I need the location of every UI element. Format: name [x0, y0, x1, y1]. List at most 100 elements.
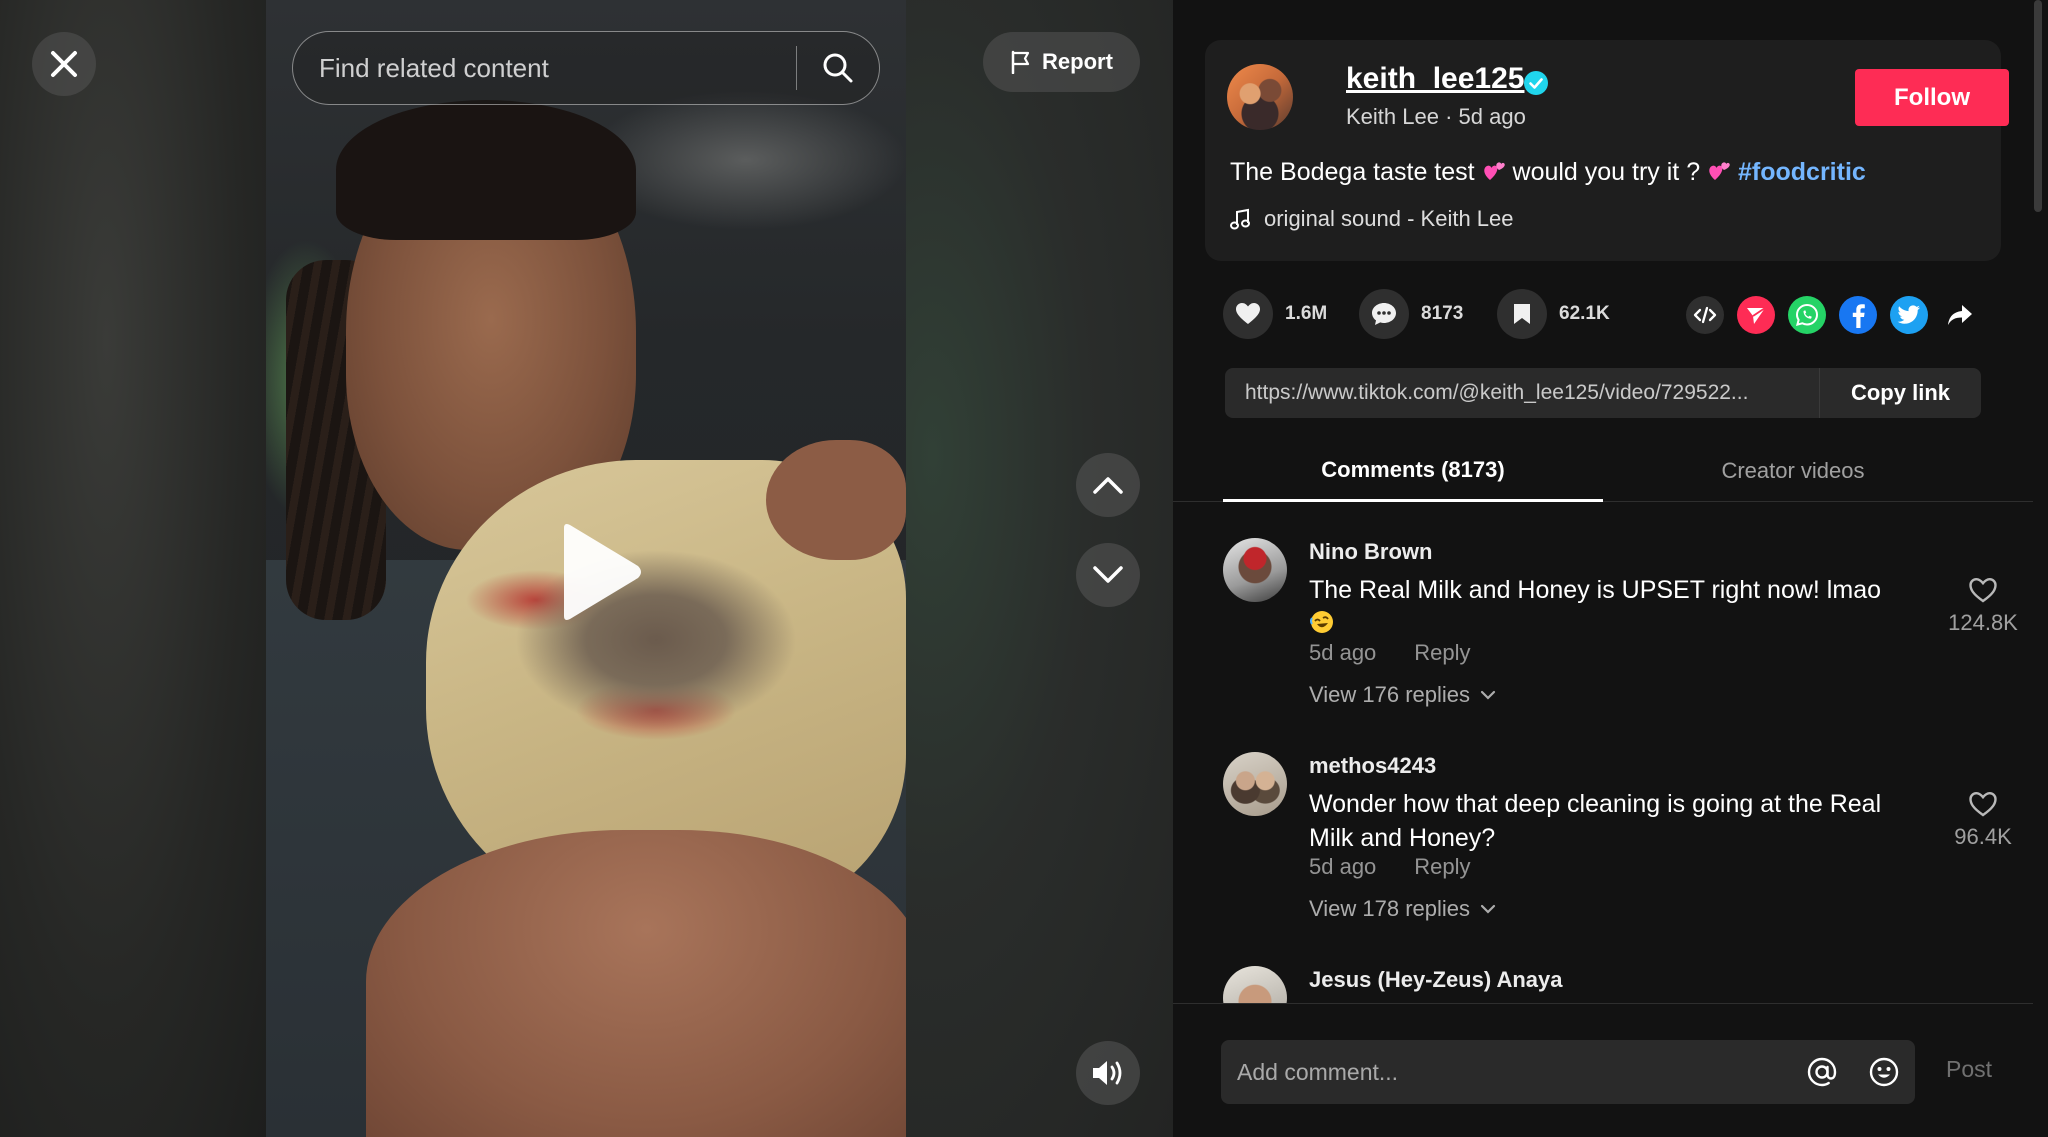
side-panel: keith_lee125 Keith Lee · 5d ago Follow T…	[1173, 0, 2048, 1137]
comment-icon	[1372, 303, 1396, 325]
tab-comments[interactable]: Comments (8173)	[1223, 440, 1603, 502]
comment-username[interactable]: Nino Brown	[1309, 539, 1432, 565]
comment-time: 5d ago	[1309, 854, 1377, 879]
comment-like: 124.8K	[1933, 577, 2033, 636]
author-display-name: Keith Lee	[1346, 104, 1439, 129]
author-subline: Keith Lee · 5d ago	[1346, 104, 1526, 130]
comment-text: The Real Milk and Honey is UPSET right n…	[1309, 573, 1909, 644]
close-icon	[51, 51, 77, 77]
twitter-icon	[1897, 305, 1920, 324]
comment-item: Jesus (Hey-Zeus) Anaya	[1223, 931, 2023, 1003]
comment-username[interactable]: Jesus (Hey-Zeus) Anaya	[1309, 967, 1563, 993]
heart-icon	[1236, 303, 1260, 324]
comment-like-count: 124.8K	[1948, 610, 2018, 635]
facebook-share-button[interactable]	[1839, 296, 1877, 334]
comment-avatar[interactable]	[1223, 752, 1287, 816]
search-button[interactable]	[797, 32, 879, 104]
reply-button[interactable]: Reply	[1414, 854, 1470, 880]
whatsapp-share-button[interactable]	[1788, 296, 1826, 334]
volume-icon	[1093, 1061, 1122, 1085]
like-circle	[1223, 289, 1273, 339]
embed-button[interactable]	[1686, 296, 1724, 334]
sound-label: original sound - Keith Lee	[1264, 206, 1514, 231]
comment-time: 5d ago	[1309, 640, 1377, 665]
share-arrow-icon	[1948, 305, 1972, 325]
view-replies-button[interactable]: View 176 replies	[1309, 682, 1496, 708]
bookmark-icon	[1514, 304, 1530, 324]
heart-outline-icon[interactable]	[1968, 577, 1998, 604]
reply-button[interactable]: Reply	[1414, 640, 1470, 666]
next-video-button[interactable]	[1076, 543, 1140, 607]
rofl-emoji-icon	[1309, 609, 1909, 644]
search-box	[292, 31, 880, 105]
embed-icon	[1693, 306, 1717, 324]
author-username[interactable]: keith_lee125	[1346, 62, 1524, 96]
share-link-box: https://www.tiktok.com/@keith_lee125/vid…	[1225, 368, 1981, 418]
chevron-down-icon	[1480, 904, 1496, 914]
comment-composer: Post	[1173, 1003, 2033, 1137]
whatsapp-icon	[1795, 303, 1819, 327]
comment-like-count: 96.4K	[1954, 824, 2012, 849]
video-scene-hair	[336, 100, 636, 240]
comment-item: methos4243 Wonder how that deep cleaning…	[1223, 717, 2023, 931]
close-button[interactable]	[32, 32, 96, 96]
view-replies-label: View 178 replies	[1309, 896, 1471, 921]
flag-icon	[1011, 50, 1030, 74]
two-hearts-emoji-icon	[1483, 162, 1505, 180]
view-replies-button[interactable]: View 178 replies	[1309, 896, 1496, 922]
author-avatar[interactable]	[1227, 64, 1293, 130]
twitter-share-button[interactable]	[1890, 296, 1928, 334]
share-link-text[interactable]: https://www.tiktok.com/@keith_lee125/vid…	[1225, 381, 1819, 405]
video-pane: Report	[0, 0, 1173, 1137]
comment-meta: 5d ago Reply	[1309, 640, 1471, 666]
comment-username[interactable]: methos4243	[1309, 753, 1436, 779]
save-button[interactable]: 62.1K	[1497, 288, 1610, 340]
post-info-card: keith_lee125 Keith Lee · 5d ago Follow T…	[1205, 40, 2009, 261]
chevron-down-icon	[1093, 566, 1123, 583]
comment-input[interactable]	[1221, 1057, 1791, 1087]
comment-button[interactable]: 8173	[1359, 288, 1463, 340]
comment-count: 8173	[1421, 303, 1464, 324]
post-description: The Bodega taste test would you try it ?…	[1230, 158, 1866, 187]
mention-button[interactable]	[1791, 1040, 1853, 1104]
save-circle	[1497, 289, 1547, 339]
video-blur-left	[0, 0, 266, 1137]
comment-meta: 5d ago Reply	[1309, 854, 1471, 880]
follow-button[interactable]: Follow	[1855, 69, 2009, 126]
post-comment-button[interactable]: Post	[1946, 1056, 1992, 1083]
video-scene-hand-top	[766, 440, 906, 560]
copy-link-button[interactable]: Copy link	[1819, 368, 1981, 418]
play-icon[interactable]	[554, 522, 644, 622]
send-icon	[1747, 307, 1766, 324]
comment-list: Nino Brown The Real Milk and Honey is UP…	[1173, 503, 2033, 1003]
search-icon	[823, 53, 853, 83]
comment-text: Wonder how that deep cleaning is going a…	[1309, 790, 1882, 852]
emoji-button[interactable]	[1853, 1040, 1915, 1104]
comment-avatar[interactable]	[1223, 538, 1287, 602]
comment-avatar[interactable]	[1223, 966, 1287, 1003]
emoji-icon	[1869, 1057, 1899, 1087]
music-note-icon	[1230, 208, 1250, 230]
report-button[interactable]: Report	[983, 32, 1140, 92]
view-replies-label: View 176 replies	[1309, 682, 1471, 707]
report-label: Report	[1042, 49, 1113, 74]
description-mid: would you try it ?	[1505, 158, 1708, 186]
tab-creator-videos[interactable]: Creator videos	[1603, 440, 1983, 502]
sound-link[interactable]: original sound - Keith Lee	[1230, 206, 1514, 232]
search-input[interactable]	[293, 32, 796, 104]
panel-scrollbar[interactable]	[2034, 0, 2042, 212]
two-hearts-emoji-icon	[1709, 162, 1730, 180]
heart-outline-icon[interactable]	[1968, 791, 1998, 818]
volume-button[interactable]	[1076, 1041, 1140, 1105]
video-scene-hand	[366, 830, 906, 1137]
hashtag-link[interactable]: #foodcritic	[1738, 158, 1866, 186]
description-text: The Bodega taste test	[1230, 158, 1482, 186]
more-share-button[interactable]	[1941, 296, 1979, 334]
send-to-friend-button[interactable]	[1737, 296, 1775, 334]
like-button[interactable]: 1.6M	[1223, 288, 1327, 340]
previous-video-button[interactable]	[1076, 453, 1140, 517]
actions-row: 1.6M 8173 62.1K	[1223, 288, 2003, 340]
comment-item: Nino Brown The Real Milk and Honey is UP…	[1223, 503, 2023, 717]
facebook-icon	[1852, 304, 1865, 328]
comment-input-box	[1221, 1040, 1915, 1104]
